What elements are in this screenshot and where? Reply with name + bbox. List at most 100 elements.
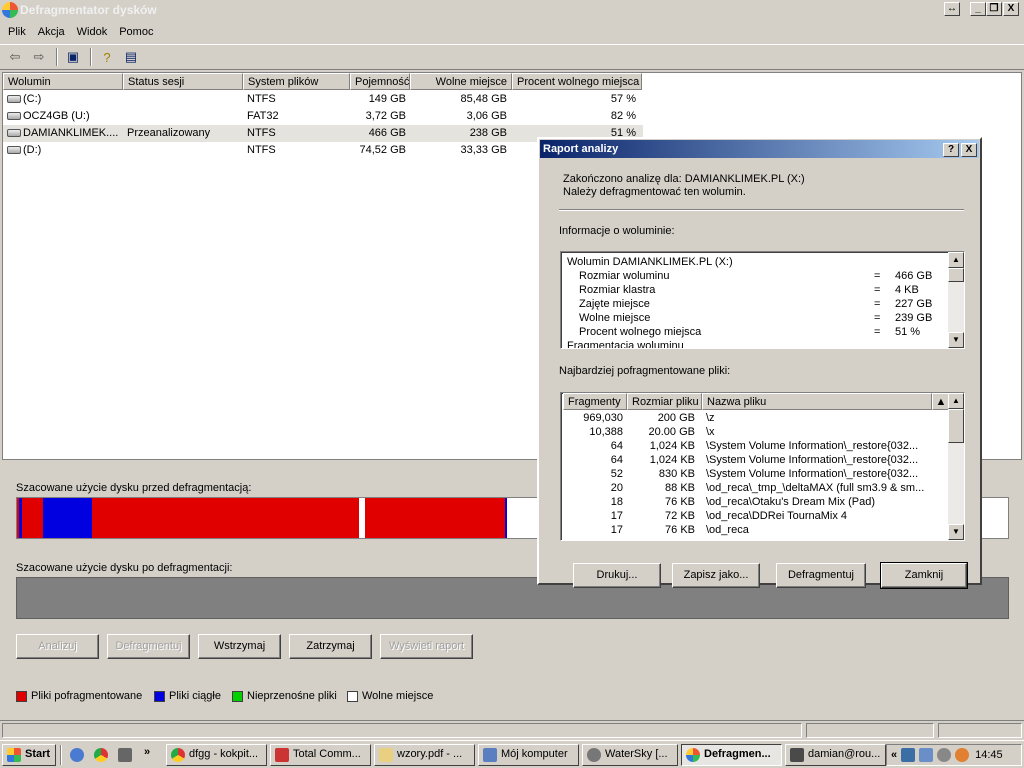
tray-app-icon[interactable] — [919, 748, 934, 762]
tray-expand-chevron[interactable]: « — [891, 749, 897, 761]
defragment-button[interactable]: Defragmentuj — [107, 634, 190, 659]
minimize-button[interactable]: _ — [970, 2, 986, 16]
info-eq: = — [874, 298, 881, 310]
scroll-thumb[interactable] — [948, 268, 964, 282]
col-header-volume[interactable]: Wolumin — [3, 73, 123, 90]
taskbar-item-totalcmd[interactable]: Total Comm... — [270, 744, 371, 766]
legend-label: Nieprzenośne pliki — [247, 690, 337, 702]
taskbar-item-label: damian@rou... — [808, 748, 881, 760]
volume-info-box[interactable]: Wolumin DAMIANKLIMEK.PL (X:) Rozmiar wol… — [560, 251, 965, 349]
volume-capacity: 74,52 GB — [359, 144, 406, 156]
menu-pomoc[interactable]: Pomoc — [113, 26, 159, 38]
files-scrollbar[interactable]: ▲ ▼ — [948, 393, 964, 540]
col-header-capacity[interactable]: Pojemność — [350, 73, 410, 90]
taskbar-item-label: Defragmen... — [704, 748, 771, 760]
scroll-down-arrow-icon[interactable]: ▼ — [948, 332, 964, 348]
taskbar-item-defrag[interactable]: Defragmen... — [681, 744, 782, 766]
file-col-name[interactable]: Nazwa pliku — [702, 393, 932, 410]
info-scrollbar[interactable]: ▲ ▼ — [948, 252, 964, 348]
scroll-up-arrow-icon[interactable]: ▲ — [948, 393, 964, 409]
menu-plik[interactable]: Plik — [2, 26, 32, 38]
dialog-close-button[interactable]: Zamknij — [880, 562, 968, 589]
legend-contiguous: Pliki ciągłe — [154, 690, 221, 702]
quicklaunch-app-icon[interactable] — [118, 748, 132, 762]
close-icon[interactable]: X — [961, 143, 977, 157]
clock[interactable]: 14:45 — [975, 749, 1003, 761]
analysis-complete-text: Zakończono analizę dla: DAMIANKLIMEK.PL … — [563, 173, 805, 185]
ie-icon[interactable] — [70, 748, 84, 762]
dialog-defragment-button[interactable]: Defragmentuj — [776, 563, 866, 588]
alien-icon — [587, 748, 601, 762]
help-icon[interactable]: ? — [96, 47, 118, 67]
tray-app-icon[interactable] — [955, 748, 970, 762]
drive-icon — [7, 146, 21, 155]
defrag-icon — [686, 748, 700, 762]
pdf-icon — [379, 748, 393, 762]
file-col-fragments[interactable]: Fragmenty — [563, 393, 627, 410]
toolbar: ⇦ ⇨ ▣ ? ▤ — [0, 44, 1024, 70]
info-value: 239 GB — [895, 312, 933, 324]
legend-label: Wolne miejsce — [362, 690, 434, 702]
file-col-size[interactable]: Rozmiar pliku — [627, 393, 702, 410]
taskbar-item-ssh[interactable]: damian@rou... — [785, 744, 886, 766]
stop-button[interactable]: Zatrzymaj — [289, 634, 372, 659]
resize-button[interactable]: ↔ — [944, 2, 960, 16]
volume-row[interactable]: OCZ4GB (U:) FAT32 3,72 GB 3,06 GB 82 % — [3, 108, 643, 125]
restore-button[interactable]: ❐ — [986, 2, 1002, 16]
file-name: \od_reca\DDRei TournaMix 4 — [706, 510, 848, 522]
pause-button[interactable]: Wstrzymaj — [198, 634, 281, 659]
file-size: 1,024 KB — [649, 454, 695, 466]
info-key: Rozmiar woluminu — [579, 270, 670, 282]
fragmented-files-list[interactable]: Fragmenty Rozmiar pliku Nazwa pliku ▲ 96… — [560, 392, 965, 541]
volume-icon[interactable] — [937, 748, 952, 762]
analyze-button[interactable]: Analizuj — [16, 634, 99, 659]
forward-arrow-icon[interactable]: ⇨ — [28, 47, 50, 67]
menu-widok[interactable]: Widok — [71, 26, 114, 38]
file-name: \System Volume Information\_restore{032.… — [706, 440, 919, 452]
legend-label: Pliki pofragmentowane — [31, 690, 143, 702]
back-arrow-icon[interactable]: ⇦ — [4, 47, 26, 67]
close-button[interactable]: X — [1003, 2, 1019, 16]
windows-logo-icon — [7, 748, 21, 762]
col-header-filesystem[interactable]: System plików — [243, 73, 350, 90]
scroll-thumb[interactable] — [948, 409, 964, 443]
file-name: \System Volume Information\_restore{032.… — [706, 454, 919, 466]
contiguous-segment — [19, 498, 22, 538]
view-report-button[interactable]: Wyświetl raport — [380, 634, 473, 659]
console-tree-icon[interactable]: ▣ — [62, 47, 84, 67]
volume-row[interactable]: (C:) NTFS 149 GB 85,48 GB 57 % — [3, 91, 643, 108]
file-fragments: 64 — [610, 454, 623, 466]
file-fragments: 17 — [610, 524, 623, 536]
white-swatch-icon — [347, 690, 358, 702]
print-button[interactable]: Drukuj... — [573, 563, 661, 588]
scroll-up-arrow-icon[interactable]: ▲ — [948, 252, 964, 268]
save-as-button[interactable]: Zapisz jako... — [672, 563, 760, 588]
taskbar-item-pdf[interactable]: wzory.pdf - ... — [374, 744, 475, 766]
window-title: Defragmentator dysków — [20, 2, 157, 17]
col-header-free[interactable]: Wolne miejsce — [410, 73, 512, 90]
taskbar-item-watersky[interactable]: WaterSky [... — [582, 744, 678, 766]
quicklaunch-chevron[interactable]: » — [144, 746, 150, 758]
network-icon[interactable] — [901, 748, 916, 762]
chrome-icon[interactable] — [94, 748, 108, 762]
col-header-status[interactable]: Status sesji — [123, 73, 243, 90]
info-value: 227 GB — [895, 298, 933, 310]
toolbar-separator — [56, 48, 58, 66]
menu-akcja[interactable]: Akcja — [32, 26, 71, 38]
taskbar-item-mycomputer[interactable]: Mój komputer — [478, 744, 579, 766]
before-label: Szacowane użycie dysku przed defragmenta… — [16, 482, 252, 494]
help-icon[interactable]: ? — [943, 143, 959, 157]
scroll-down-arrow-icon[interactable]: ▼ — [948, 524, 964, 540]
file-name: \od_reca — [706, 524, 749, 536]
defrag-app-icon — [2, 1, 18, 18]
taskbar-item-chrome[interactable]: dfgg - kokpit... — [166, 744, 267, 766]
analysis-report-dialog: Raport analizy ? X Zakończono analizę dl… — [537, 137, 982, 589]
legend-free: Wolne miejsce — [347, 690, 433, 702]
start-button[interactable]: Start — [2, 744, 56, 766]
start-label: Start — [25, 748, 51, 760]
info-eq: = — [874, 270, 881, 282]
taskbar-item-label: Total Comm... — [293, 748, 361, 760]
terminal-icon — [790, 748, 804, 762]
col-header-pct[interactable]: Procent wolnego miejsca — [512, 73, 642, 90]
properties-icon[interactable]: ▤ — [120, 47, 142, 67]
